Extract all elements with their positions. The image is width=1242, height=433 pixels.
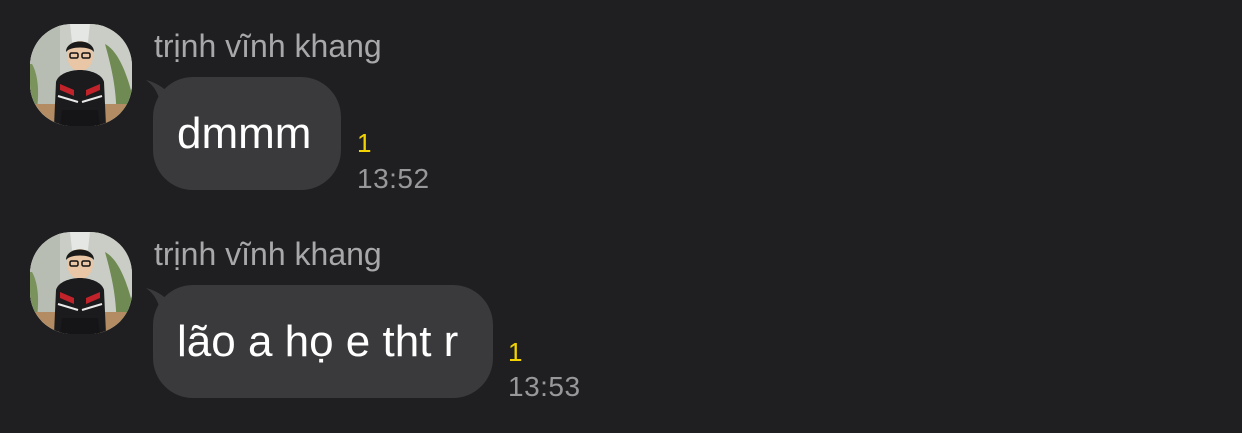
- unread-count: 1: [357, 128, 372, 158]
- message-bubble[interactable]: dmmm: [153, 77, 341, 190]
- message-row: trịnh vĩnh khang dmmm 1 13:52: [0, 0, 1242, 210]
- message-row: trịnh vĩnh khang lão a họ e tht r 1 13:5…: [0, 210, 1242, 433]
- message-bubble[interactable]: lão a họ e tht r: [153, 285, 493, 398]
- sender-name: trịnh vĩnh khang: [154, 28, 382, 64]
- avatar[interactable]: [30, 232, 132, 334]
- sender-name: trịnh vĩnh khang: [154, 236, 382, 272]
- timestamp: 13:53: [508, 371, 581, 402]
- unread-count: 1: [508, 337, 523, 367]
- timestamp: 13:52: [357, 163, 430, 194]
- avatar[interactable]: [30, 24, 132, 126]
- chat-view: trịnh vĩnh khang dmmm 1 13:52 trịnh vĩnh…: [0, 0, 1242, 433]
